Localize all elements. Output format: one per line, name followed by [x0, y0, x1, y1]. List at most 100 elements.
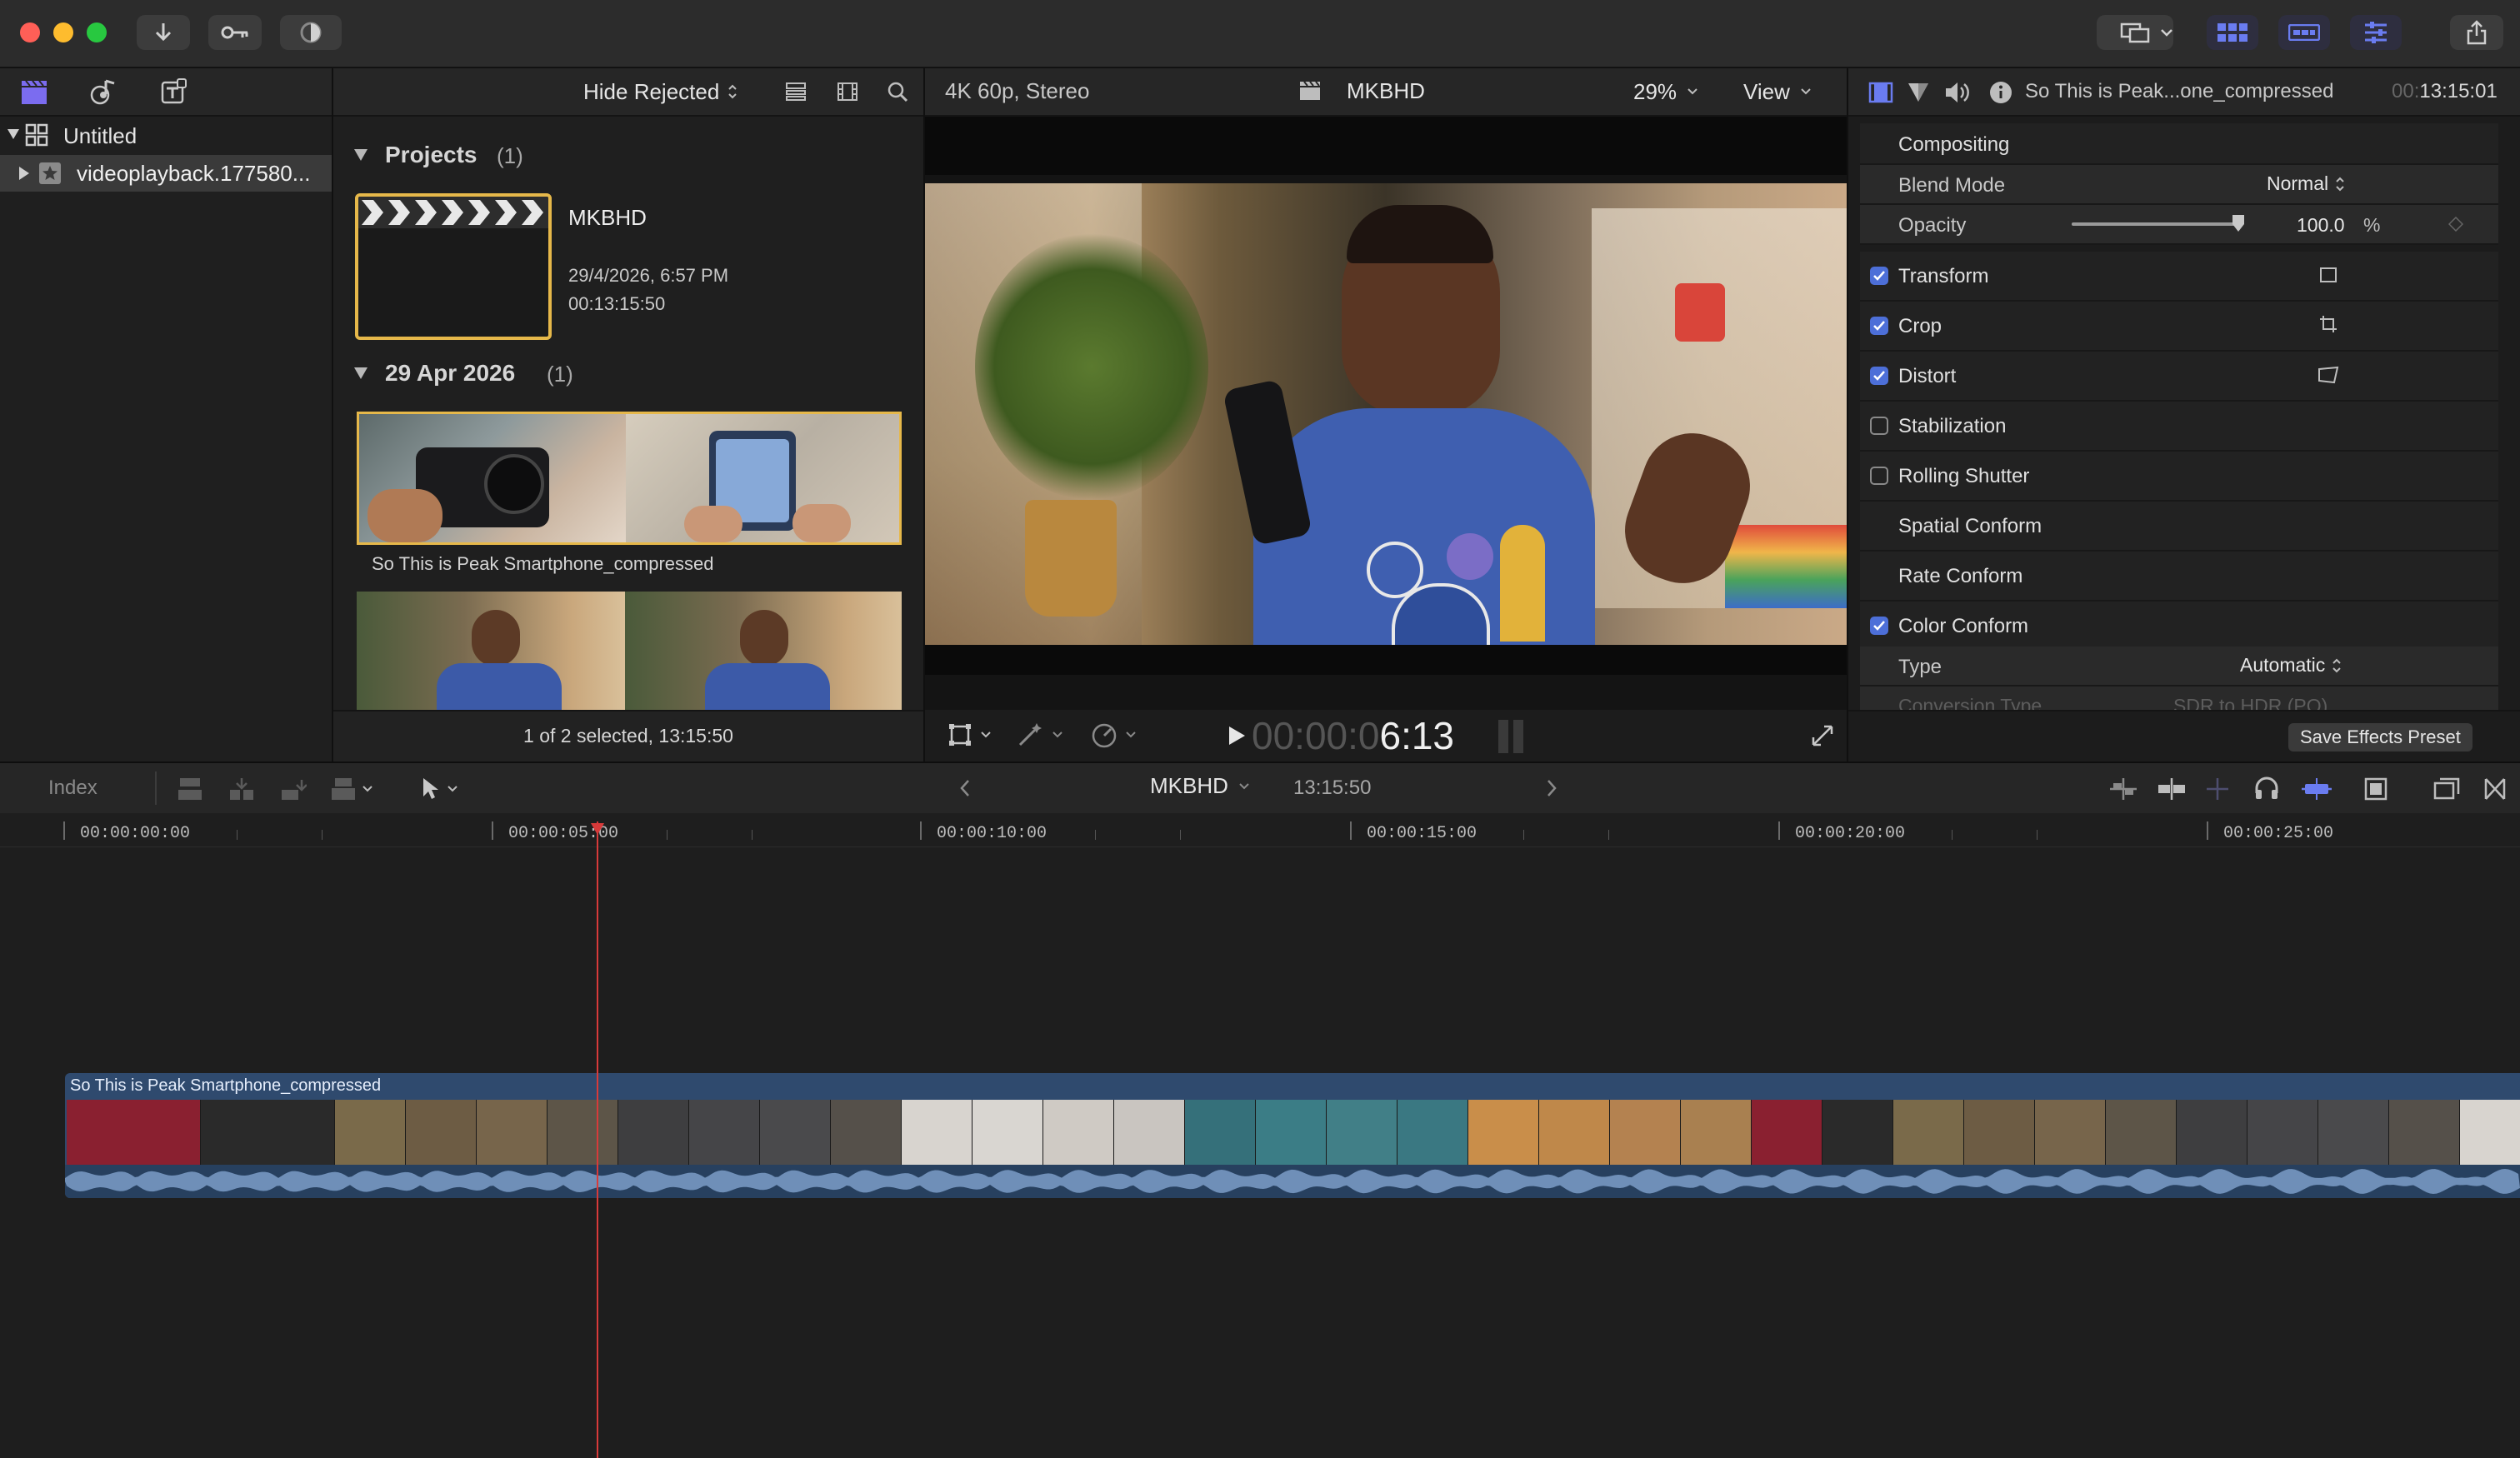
- ruler-minor-tick: [1095, 830, 1096, 840]
- color-conform-row[interactable]: Color Conform: [1860, 602, 2498, 652]
- crop-checkbox[interactable]: [1870, 317, 1888, 335]
- opacity-slider-knob[interactable]: [2232, 215, 2244, 232]
- rolling-shutter-checkbox[interactable]: [1870, 467, 1888, 485]
- timecode-display[interactable]: 00:00:06:13: [1252, 713, 1454, 758]
- rate-conform-row[interactable]: Rate Conform: [1860, 552, 2498, 602]
- titles-generators-tab[interactable]: [157, 75, 192, 108]
- clip-thumb-1: [359, 414, 626, 542]
- clip-filmstrip-selected[interactable]: [357, 412, 902, 545]
- timeline-project-menu[interactable]: MKBHD: [1150, 773, 1250, 799]
- playhead[interactable]: [597, 821, 598, 1458]
- project-thumbnail[interactable]: [355, 193, 552, 340]
- back-history-icon[interactable]: [958, 778, 972, 798]
- display-menu-button[interactable]: [2150, 15, 2183, 50]
- transform-row[interactable]: Transform: [1860, 252, 2498, 302]
- skimming-icon[interactable]: [2157, 776, 2187, 801]
- list-view-icon[interactable]: [785, 81, 807, 102]
- blend-mode-popup[interactable]: Normal: [2267, 172, 2345, 195]
- conversion-type-value[interactable]: SDR to HDR (PQ): [2173, 695, 2328, 710]
- opacity-slider-track[interactable]: [2072, 215, 2244, 232]
- disclosure-down-icon[interactable]: [7, 128, 20, 140]
- keywords-button[interactable]: [208, 15, 262, 50]
- background-tasks-button[interactable]: [280, 15, 342, 50]
- clip-appearance-icon[interactable]: [2363, 776, 2388, 801]
- video-inspector-icon[interactable]: [1868, 82, 1893, 103]
- camera-lens-shape: [484, 454, 544, 514]
- timeline-clip[interactable]: So This is Peak Smartphone_compressed: [65, 1073, 2520, 1198]
- share-button[interactable]: [2450, 15, 2503, 50]
- library-row[interactable]: Untitled: [0, 117, 332, 153]
- distort-onscreen-icon[interactable]: [2317, 366, 2340, 384]
- stabilization-checkbox[interactable]: [1870, 417, 1888, 435]
- transform-tools-menu[interactable]: [947, 722, 992, 748]
- append-clip-icon[interactable]: [280, 776, 307, 801]
- clip-filter-popup[interactable]: Hide Rejected: [583, 75, 738, 108]
- save-effects-preset-button[interactable]: Save Effects Preset: [2288, 723, 2472, 751]
- fullscreen-icon[interactable]: [1810, 723, 1835, 748]
- color-conform-label: Color Conform: [1898, 615, 2029, 637]
- chevron-down-icon: [1052, 731, 1062, 738]
- rolling-shutter-label: Rolling Shutter: [1898, 465, 2030, 487]
- chevron-down-icon: [1688, 88, 1698, 95]
- effects-browser-icon[interactable]: [2483, 776, 2507, 801]
- minimize-window-button[interactable]: [53, 22, 73, 42]
- projects-disclosure-icon[interactable]: [353, 148, 368, 162]
- show-inspector-button[interactable]: [2350, 15, 2402, 50]
- audio-waveform-lane: [65, 1165, 2520, 1198]
- timeline-toolbar: Index MKBHD 13:15:50: [0, 761, 2520, 816]
- tools-menu[interactable]: [420, 776, 458, 801]
- color-conform-checkbox[interactable]: [1870, 617, 1888, 635]
- clip-filmstrip-2[interactable]: [357, 592, 902, 710]
- crop-row[interactable]: Crop: [1860, 302, 2498, 352]
- date-disclosure-icon[interactable]: [353, 367, 368, 380]
- index-button[interactable]: Index: [48, 776, 98, 800]
- timeline-duration: 13:15:50: [1293, 776, 1372, 799]
- show-timeline-button[interactable]: [2278, 15, 2330, 50]
- retime-menu[interactable]: [1090, 722, 1137, 748]
- disclosure-right-icon[interactable]: [18, 166, 30, 181]
- play-icon[interactable]: [1227, 725, 1247, 746]
- solo-clip-icon[interactable]: [2300, 776, 2333, 801]
- info-icon[interactable]: [1988, 80, 2013, 105]
- filmstrip-frame: [1185, 1100, 1256, 1165]
- distort-checkbox[interactable]: [1870, 367, 1888, 385]
- ruler-tick: [1778, 821, 1780, 840]
- import-button[interactable]: [137, 15, 190, 50]
- photos-audio-tab[interactable]: [87, 75, 122, 108]
- overwrite-menu[interactable]: [330, 776, 373, 801]
- audio-inspector-icon[interactable]: [1943, 80, 1970, 105]
- filmstrip-view-icon[interactable]: [837, 81, 858, 102]
- forward-history-icon[interactable]: [1545, 778, 1558, 798]
- snapping-icon[interactable]: [2205, 776, 2230, 801]
- crop-onscreen-icon[interactable]: [2318, 314, 2338, 334]
- show-libraries-button[interactable]: [2207, 15, 2258, 50]
- transform-crop-icon: [949, 724, 971, 746]
- transform-checkbox[interactable]: [1870, 267, 1888, 285]
- search-icon[interactable]: [887, 81, 908, 102]
- zoom-popup[interactable]: 29%: [1633, 75, 1698, 108]
- keyframe-diamond-icon[interactable]: [2448, 217, 2463, 232]
- timeline-index-icon[interactable]: [2433, 776, 2460, 801]
- transform-onscreen-icon[interactable]: [2318, 266, 2338, 284]
- video-frame[interactable]: [925, 183, 1847, 645]
- rolling-shutter-row[interactable]: Rolling Shutter: [1860, 452, 2498, 502]
- close-window-button[interactable]: [20, 22, 40, 42]
- spatial-conform-row[interactable]: Spatial Conform: [1860, 502, 2498, 552]
- enhancements-menu[interactable]: [1017, 722, 1063, 748]
- zoom-window-button[interactable]: [87, 22, 107, 42]
- zoom-to-fit-icon[interactable]: [2108, 776, 2138, 801]
- stabilization-row[interactable]: Stabilization: [1860, 402, 2498, 452]
- opacity-value[interactable]: 100.0: [2297, 214, 2345, 237]
- type-popup[interactable]: Automatic: [2240, 654, 2342, 677]
- libraries-tab[interactable]: [17, 75, 52, 108]
- timeline-ruler[interactable]: 00:00:00:00 00:00:05:00 00:00:10:00 00:0…: [0, 813, 2520, 847]
- distort-row[interactable]: Distort: [1860, 352, 2498, 402]
- event-row[interactable]: videoplayback.177580...: [0, 155, 332, 192]
- connect-clip-icon[interactable]: [177, 776, 203, 801]
- color-inspector-icon[interactable]: [1907, 82, 1930, 103]
- insert-clip-icon[interactable]: [228, 776, 255, 801]
- project-name[interactable]: MKBHD: [568, 205, 647, 231]
- view-menu[interactable]: View: [1743, 75, 1812, 108]
- compositing-section[interactable]: Compositing: [1860, 123, 2498, 165]
- headphones-icon[interactable]: [2253, 775, 2280, 801]
